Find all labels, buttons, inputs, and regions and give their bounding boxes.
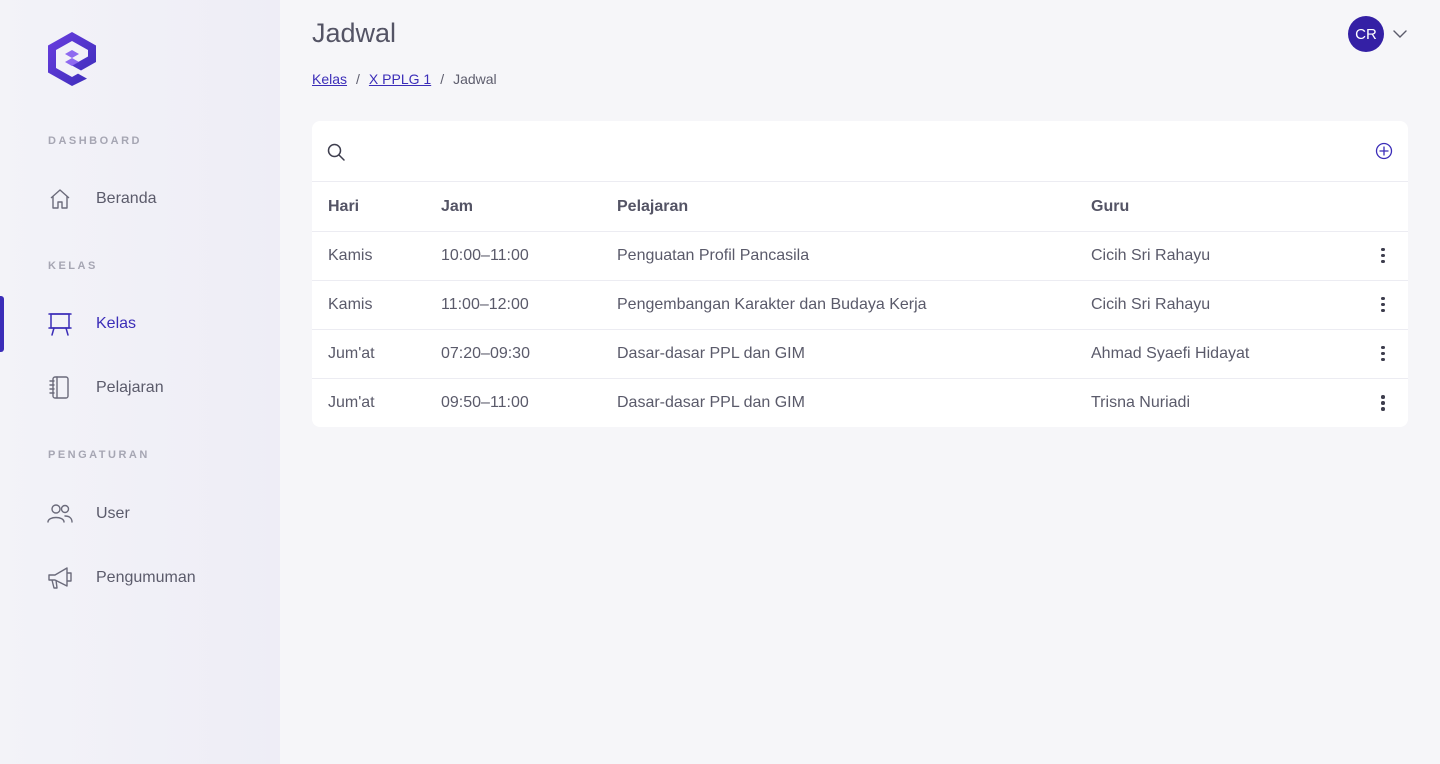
cell-jam: 10:00–11:00 — [441, 246, 529, 264]
sidebar-item-kelas[interactable]: Kelas — [0, 296, 280, 352]
section-label-kelas: KELAS — [48, 260, 98, 272]
easel-icon — [47, 311, 73, 337]
sidebar-item-label: Beranda — [96, 190, 157, 207]
users-icon — [47, 501, 73, 527]
sidebar-item-label: Kelas — [96, 315, 137, 332]
cell-hari: Jum'at — [328, 393, 375, 411]
column-header-guru[interactable]: Guru — [1091, 183, 1361, 231]
search-input[interactable] — [356, 135, 1356, 167]
sidebar: DASHBOARD Beranda KELAS Kelas Pelajaran … — [0, 0, 280, 764]
cell-jam: 09:50–11:00 — [441, 393, 529, 411]
sidebar-item-label: Pengumuman — [96, 569, 196, 586]
column-header-jam[interactable]: Jam — [441, 183, 617, 231]
column-header-hari[interactable]: Hari — [312, 183, 441, 231]
sidebar-item-beranda[interactable]: Beranda — [0, 171, 280, 227]
sidebar-item-pelajaran[interactable]: Pelajaran — [0, 360, 280, 416]
cell-actions — [1361, 280, 1408, 329]
page-title: Jadwal — [312, 18, 397, 48]
sidebar-item-pengumuman[interactable]: Pengumuman — [0, 550, 280, 606]
schedule-table: Hari Jam Pelajaran Guru Kamis 10:00–11:0… — [312, 183, 1408, 427]
breadcrumb-link-class[interactable]: X PPLG 1 — [369, 71, 431, 87]
cell-guru: Trisna Nuriadi — [1091, 393, 1190, 411]
cell-guru: Cicih Sri Rahayu — [1091, 246, 1211, 264]
more-vertical-icon[interactable] — [1373, 296, 1393, 313]
section-label-dashboard: DASHBOARD — [48, 135, 142, 147]
chevron-down-icon[interactable] — [1392, 26, 1408, 42]
cell-actions — [1361, 378, 1408, 427]
cell-pelajaran: Pengembangan Karakter dan Budaya Kerja — [617, 295, 927, 313]
breadcrumb-separator: / — [440, 71, 445, 87]
app-logo[interactable] — [48, 32, 96, 86]
home-icon — [47, 186, 73, 212]
cell-actions — [1361, 329, 1408, 378]
search-bar — [312, 121, 1408, 182]
cell-hari: Jum'at — [328, 344, 375, 362]
table-row: Kamis 10:00–11:00 Penguatan Profil Panca… — [312, 231, 1408, 280]
more-vertical-icon[interactable] — [1373, 395, 1393, 411]
notebook-icon — [47, 375, 73, 401]
breadcrumb: Kelas / X PPLG 1 / Jadwal — [312, 71, 497, 87]
section-label-pengaturan: PENGATURAN — [48, 449, 150, 461]
add-circle-icon[interactable] — [1374, 141, 1394, 161]
breadcrumb-separator: / — [356, 71, 360, 87]
table-row: Jum'at 09:50–11:00 Dasar-dasar PPL dan G… — [312, 378, 1408, 427]
sidebar-item-label: Pelajaran — [96, 379, 164, 396]
cell-guru: Ahmad Syaefi Hidayat — [1091, 344, 1250, 362]
table-row: Jum'at 07:20–09:30 Dasar-dasar PPL dan G… — [312, 329, 1408, 378]
breadcrumb-link-kelas[interactable]: Kelas — [312, 71, 347, 87]
cell-pelajaran: Penguatan Profil Pancasila — [617, 246, 810, 264]
cell-pelajaran: Dasar-dasar PPL dan GIM — [617, 344, 805, 362]
cell-actions — [1361, 231, 1408, 280]
more-vertical-icon[interactable] — [1373, 247, 1393, 264]
cell-hari: Kamis — [328, 295, 373, 313]
column-header-actions — [1361, 183, 1408, 231]
megaphone-icon — [47, 565, 73, 591]
sidebar-item-user[interactable]: User — [0, 486, 280, 542]
schedule-card: Hari Jam Pelajaran Guru Kamis 10:00–11:0… — [312, 121, 1408, 427]
user-avatar[interactable]: CR — [1348, 16, 1384, 52]
cell-pelajaran: Dasar-dasar PPL dan GIM — [617, 393, 805, 411]
sidebar-item-label: User — [96, 505, 130, 522]
table-row: Kamis 11:00–12:00 Pengembangan Karakter … — [312, 280, 1408, 329]
column-header-pelajaran[interactable]: Pelajaran — [617, 183, 1091, 231]
cell-guru: Cicih Sri Rahayu — [1091, 295, 1211, 313]
search-icon — [327, 143, 345, 161]
cell-hari: Kamis — [328, 246, 373, 264]
breadcrumb-current: Jadwal — [453, 71, 497, 87]
table-header-row: Hari Jam Pelajaran Guru — [312, 183, 1408, 231]
more-vertical-icon[interactable] — [1373, 345, 1393, 362]
cell-jam: 07:20–09:30 — [441, 344, 530, 362]
cell-jam: 11:00–12:00 — [441, 295, 529, 313]
